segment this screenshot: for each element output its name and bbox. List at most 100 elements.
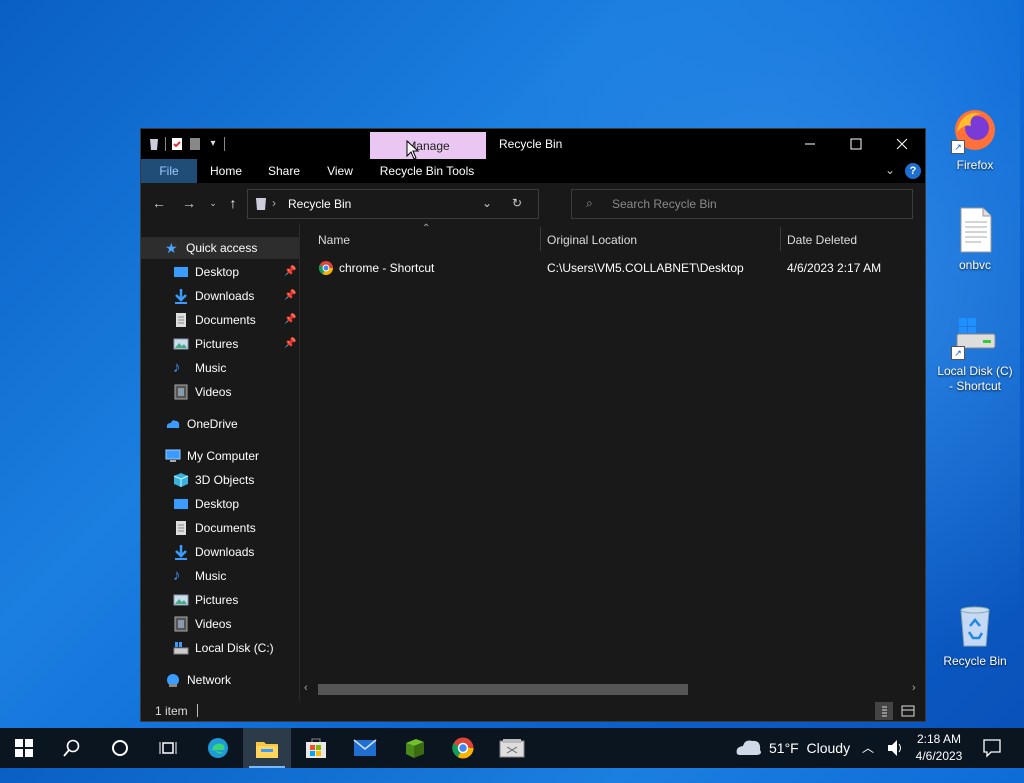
tab-share[interactable]: Share: [261, 159, 307, 183]
nav-item-videos[interactable]: Videos: [173, 613, 299, 635]
tab-recycle-bin-tools[interactable]: Recycle Bin Tools: [377, 159, 477, 183]
nav-item-music[interactable]: ♪ Music: [173, 357, 299, 379]
desktop-icon-recycle-bin[interactable]: Recycle Bin: [933, 602, 1017, 669]
back-arrow-icon[interactable]: ←: [151, 195, 167, 211]
minimize-button[interactable]: [787, 129, 833, 159]
column-divider[interactable]: [780, 227, 781, 251]
new-folder-icon[interactable]: [188, 137, 202, 151]
task-view-button[interactable]: [144, 728, 192, 768]
breadcrumb[interactable]: Recycle Bin: [288, 197, 351, 211]
navigation-pane: ★ Quick access Desktop 📌 Downloads 📌 Doc…: [141, 223, 299, 701]
nav-item-downloads[interactable]: Downloads: [173, 541, 299, 563]
nav-item-quick-access[interactable]: ★ Quick access: [141, 237, 299, 259]
column-header-date-deleted[interactable]: Date Deleted: [787, 233, 857, 247]
desktop-icon-onbvc[interactable]: onbvc: [933, 206, 1017, 273]
cloud-icon: [735, 728, 763, 783]
refresh-icon[interactable]: ↻: [512, 196, 522, 210]
file-list: ⌃ Name Original Location Date Deleted ch…: [300, 223, 925, 701]
show-hidden-icons-chevron-icon[interactable]: ︿: [862, 728, 874, 768]
file-explorer-window: ▾ Manage Recycle Bin File Home Share Vie…: [140, 128, 926, 722]
scroll-right-icon[interactable]: ›: [912, 682, 916, 694]
documents-icon: [173, 312, 189, 328]
taskbar-file-explorer[interactable]: [243, 728, 291, 768]
clock[interactable]: 2:18 AM 4/6/2023: [910, 731, 968, 765]
file-date-deleted: 4/6/2023 2:17 AM: [787, 261, 882, 275]
taskbar-chrome[interactable]: [439, 728, 487, 768]
nav-item-onedrive[interactable]: OneDrive: [165, 413, 299, 435]
recent-locations-chevron-icon[interactable]: ⌄: [205, 195, 221, 211]
divider: [165, 137, 166, 151]
nav-item-3d-objects[interactable]: 3D Objects: [173, 469, 299, 491]
large-icons-view-icon[interactable]: [899, 702, 917, 720]
expand-ribbon-chevron-icon[interactable]: ⌄: [885, 163, 895, 177]
scrollbar-thumb[interactable]: [318, 684, 688, 695]
column-divider[interactable]: [540, 227, 541, 251]
taskbar-minecraft[interactable]: [390, 728, 438, 768]
pin-icon[interactable]: 📌: [284, 285, 296, 307]
address-bar[interactable]: › Recycle Bin ⌄ ↻: [247, 189, 539, 219]
details-view-icon[interactable]: [875, 702, 893, 720]
tab-view[interactable]: View: [317, 159, 363, 183]
volume-icon[interactable]: [886, 728, 904, 768]
search-button[interactable]: [48, 728, 96, 768]
up-arrow-icon[interactable]: ↑: [225, 195, 241, 211]
cloud-icon: [165, 416, 181, 432]
search-box[interactable]: ⌕ Search Recycle Bin: [571, 189, 913, 219]
tab-home[interactable]: Home: [203, 159, 249, 183]
pin-icon[interactable]: 📌: [284, 333, 296, 355]
taskbar-mail[interactable]: [341, 728, 389, 768]
tab-manage[interactable]: Manage: [370, 132, 486, 160]
nav-item-documents[interactable]: Documents: [173, 517, 299, 539]
properties-icon[interactable]: [170, 137, 184, 151]
nav-item-videos[interactable]: Videos: [173, 381, 299, 403]
customize-toolbar-icon[interactable]: ▾: [206, 137, 220, 151]
desktop-folder-icon: [173, 264, 189, 280]
table-row[interactable]: chrome - Shortcut C:\Users\VM5.COLLABNET…: [314, 257, 914, 279]
recycle-bin-icon: [951, 602, 999, 650]
nav-item-pictures[interactable]: Pictures: [173, 589, 299, 611]
nav-item-desktop[interactable]: Desktop 📌: [173, 261, 299, 283]
nav-item-my-computer[interactable]: My Computer: [165, 445, 299, 467]
drive-icon: [173, 640, 189, 656]
search-icon: [63, 739, 80, 757]
taskbar-microsoft-store[interactable]: [292, 728, 340, 768]
start-button[interactable]: [0, 728, 48, 768]
windows-logo-icon: [15, 739, 33, 757]
nav-item-desktop[interactable]: Desktop: [173, 493, 299, 515]
forward-arrow-icon[interactable]: →: [181, 195, 197, 211]
help-icon[interactable]: ?: [905, 163, 921, 179]
taskbar-app[interactable]: [488, 728, 536, 768]
nav-item-documents[interactable]: Documents 📌: [173, 309, 299, 331]
column-header-original-location[interactable]: Original Location: [547, 233, 637, 247]
nav-item-downloads[interactable]: Downloads 📌: [173, 285, 299, 307]
file-name: chrome - Shortcut: [339, 261, 435, 275]
maximize-button[interactable]: [833, 129, 879, 159]
close-button[interactable]: [879, 129, 925, 159]
pin-icon[interactable]: 📌: [284, 261, 296, 283]
desktop-icon-label: Recycle Bin: [943, 654, 1007, 668]
network-icon: [165, 672, 181, 688]
minecraft-block-icon: [406, 739, 424, 758]
nav-item-pictures[interactable]: Pictures 📌: [173, 333, 299, 355]
tab-file[interactable]: File: [141, 159, 197, 183]
pin-icon[interactable]: 📌: [284, 309, 296, 331]
desktop-icon-local-disk-shortcut[interactable]: ↗ Local Disk (C) - Shortcut: [933, 312, 1017, 394]
desktop-icon-firefox[interactable]: ↗ Firefox: [933, 106, 1017, 173]
column-header-name[interactable]: Name: [318, 233, 350, 247]
pictures-icon: [173, 592, 189, 608]
documents-icon: [173, 520, 189, 536]
nav-item-music[interactable]: ♪ Music: [173, 565, 299, 587]
cortana-button[interactable]: [96, 728, 144, 768]
notifications-icon[interactable]: [982, 728, 1002, 768]
address-dropdown-chevron-icon[interactable]: ⌄: [482, 196, 492, 210]
window-title: Recycle Bin: [499, 137, 563, 151]
nav-item-network[interactable]: Network: [165, 669, 299, 691]
computer-icon: [165, 448, 181, 464]
desktop-icon-label: Local Disk (C): [937, 364, 1013, 378]
taskbar-edge[interactable]: [194, 728, 242, 768]
chrome-icon: [318, 260, 334, 279]
title-bar[interactable]: ▾ Manage Recycle Bin: [141, 129, 925, 160]
horizontal-scrollbar[interactable]: ‹ ›: [300, 681, 925, 697]
nav-item-local-disk[interactable]: Local Disk (C:): [173, 637, 299, 659]
scroll-left-icon[interactable]: ‹: [304, 682, 308, 694]
